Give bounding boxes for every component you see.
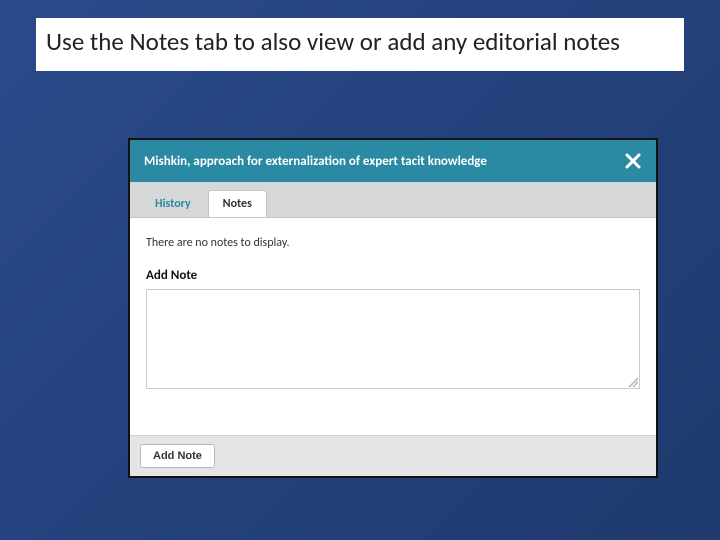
modal-footer: Add Note xyxy=(130,435,656,476)
modal-title: Mishkin, approach for externalization of… xyxy=(144,154,487,169)
empty-notes-message: There are no notes to display. xyxy=(146,236,640,250)
tab-strip: History Notes xyxy=(130,182,656,218)
slide-title: Use the Notes tab to also view or add an… xyxy=(36,18,684,71)
add-note-button[interactable]: Add Note xyxy=(140,444,215,468)
add-note-label: Add Note xyxy=(146,268,640,283)
modal-header: Mishkin, approach for externalization of… xyxy=(130,140,656,182)
modal-body: There are no notes to display. Add Note xyxy=(130,218,656,435)
note-textarea[interactable] xyxy=(146,289,640,389)
notes-modal: Mishkin, approach for externalization of… xyxy=(128,138,658,478)
tab-notes[interactable]: Notes xyxy=(208,190,267,217)
note-textarea-wrap xyxy=(146,289,640,389)
close-icon[interactable] xyxy=(622,150,644,172)
tab-history[interactable]: History xyxy=(140,190,206,217)
